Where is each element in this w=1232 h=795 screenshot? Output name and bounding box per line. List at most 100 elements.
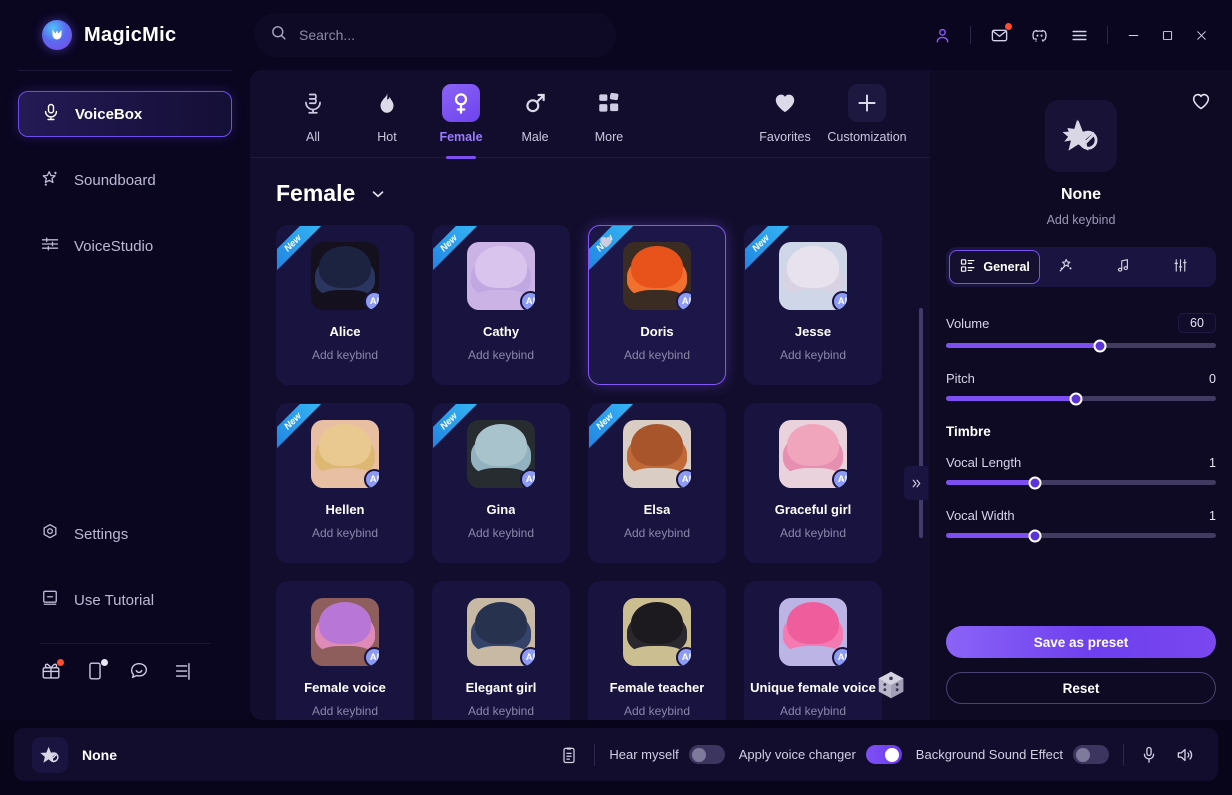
tab-equalizer[interactable] <box>1155 250 1213 284</box>
voice-card[interactable]: NewAIDorisAdd keybind <box>588 225 726 385</box>
voice-card[interactable]: New AI Jesse Add keybind <box>744 225 882 385</box>
tab-sounds[interactable] <box>1098 250 1156 284</box>
voice-card[interactable]: New AI Gina Add keybind <box>432 403 570 563</box>
network-icon[interactable] <box>172 660 194 682</box>
reset-button[interactable]: Reset <box>946 672 1216 704</box>
voice-keybind[interactable]: Add keybind <box>780 348 846 362</box>
tab-customization[interactable]: Customization <box>827 84 907 144</box>
hear-myself-toggle[interactable] <box>688 745 725 764</box>
voice-card[interactable]: AI Female voice Add keybind <box>276 581 414 720</box>
voice-keybind[interactable]: Add keybind <box>624 348 690 362</box>
account-icon[interactable] <box>927 20 957 50</box>
bottom-bar-inner: None Hear myself Apply voice changer Bac… <box>14 728 1218 781</box>
apply-voice-changer-label: Apply voice changer <box>738 747 856 762</box>
search-input[interactable] <box>299 27 600 43</box>
slider-track[interactable] <box>946 339 1216 352</box>
background-sound-effect-toggle[interactable] <box>1073 745 1109 764</box>
sidebar-item-voicebox[interactable]: VoiceBox <box>18 91 232 137</box>
voice-name: Alice <box>329 324 361 339</box>
favorite-heart-icon[interactable] <box>598 234 614 250</box>
sliders-icon <box>40 234 60 258</box>
slider-knob[interactable] <box>1028 476 1042 489</box>
slider-knob[interactable] <box>1028 529 1042 542</box>
slider-track[interactable] <box>946 392 1216 405</box>
voice-name: Gina <box>486 502 516 517</box>
voice-keybind[interactable]: Add keybind <box>780 526 846 540</box>
badge-dot <box>101 659 108 666</box>
tab-hot[interactable]: Hot <box>350 84 424 144</box>
voice-avatar: AI <box>467 420 535 488</box>
voice-keybind[interactable]: Add keybind <box>624 526 690 540</box>
voice-card[interactable]: AI Unique female voice Add keybind <box>744 581 882 720</box>
slider-track[interactable] <box>946 476 1216 489</box>
voice-keybind[interactable]: Add keybind <box>468 526 534 540</box>
favorite-toggle-icon[interactable] <box>1190 90 1212 112</box>
hamburger-menu-icon[interactable] <box>1064 20 1094 50</box>
bottom-bar-controls: Hear myself Apply voice changer Backgrou… <box>558 743 1196 766</box>
tab-favorites[interactable]: Favorites <box>748 84 822 144</box>
voice-card[interactable]: AI Graceful girl Add keybind <box>744 403 882 563</box>
scrollbar-thumb[interactable] <box>919 308 923 538</box>
apply-voice-changer-toggle[interactable] <box>865 745 902 764</box>
no-voice-star-icon <box>1045 100 1117 172</box>
chevron-down-icon[interactable] <box>369 185 387 203</box>
ai-badge: AI <box>364 647 379 666</box>
voice-card[interactable]: New AI Hellen Add keybind <box>276 403 414 563</box>
grid-general-icon <box>959 257 976 277</box>
slider-label: Vocal Length <box>946 455 1022 470</box>
search-bar[interactable] <box>254 13 616 57</box>
tab-general[interactable]: General <box>949 250 1041 284</box>
minimize-button[interactable] <box>1116 20 1150 50</box>
tab-more[interactable]: More <box>572 84 646 144</box>
sidebar-item-use-tutorial[interactable]: Use Tutorial <box>18 577 232 623</box>
voice-keybind[interactable]: Add keybind <box>468 704 534 718</box>
tab-female[interactable]: Female <box>424 84 498 144</box>
slider-knob[interactable] <box>1069 392 1083 405</box>
voice-keybind[interactable]: Add keybind <box>468 348 534 362</box>
random-voice-dice-icon[interactable] <box>874 668 908 702</box>
slider-knob[interactable] <box>1093 339 1107 352</box>
close-button[interactable] <box>1184 20 1218 50</box>
microphone-bottom-icon[interactable] <box>1138 744 1160 766</box>
clipboard-icon[interactable] <box>558 744 580 766</box>
voice-keybind[interactable]: Add keybind <box>312 704 378 718</box>
save-as-preset-button[interactable]: Save as preset <box>946 626 1216 658</box>
discord-icon[interactable] <box>1024 20 1054 50</box>
collapse-panel-button[interactable] <box>904 466 928 500</box>
sidebar-item-label: Settings <box>74 525 129 543</box>
tab-effects[interactable] <box>1040 250 1098 284</box>
category-tab-bar: All Hot Female Male More Favorites Custo… <box>250 70 930 158</box>
voice-name: Doris <box>640 324 674 339</box>
voice-card[interactable]: New AI Cathy Add keybind <box>432 225 570 385</box>
sidebar-item-settings[interactable]: Settings <box>18 511 232 557</box>
tab-male[interactable]: Male <box>498 84 572 144</box>
slider-track[interactable] <box>946 529 1216 542</box>
voice-keybind[interactable]: Add keybind <box>780 704 846 718</box>
voice-name: Cathy <box>482 324 520 339</box>
current-voice[interactable]: None <box>32 736 117 773</box>
sidebar-item-soundboard[interactable]: Soundboard <box>18 157 232 203</box>
voice-card[interactable]: AI Elegant girl Add keybind <box>432 581 570 720</box>
mail-icon[interactable] <box>984 20 1014 50</box>
voice-avatar: AI <box>311 598 379 666</box>
sidebar-item-voicestudio[interactable]: VoiceStudio <box>18 223 232 269</box>
slider-vocal-width: Vocal Width 1 <box>946 508 1216 542</box>
voice-keybind[interactable]: Add keybind <box>312 526 378 540</box>
gear-icon <box>40 522 60 546</box>
voice-keybind[interactable]: Add keybind <box>312 348 378 362</box>
chat-bubble-icon[interactable] <box>128 660 150 682</box>
speaker-icon[interactable] <box>1174 744 1196 766</box>
tab-all[interactable]: All <box>276 84 350 144</box>
mobile-device-icon[interactable] <box>84 659 108 682</box>
maximize-button[interactable] <box>1150 20 1184 50</box>
voice-card[interactable]: New AI Elsa Add keybind <box>588 403 726 563</box>
plus-icon <box>848 84 886 122</box>
gift-box-icon[interactable] <box>40 659 64 682</box>
voice-keybind[interactable]: Add keybind <box>624 704 690 718</box>
slider-value[interactable]: 60 <box>1178 313 1216 333</box>
brand: MagicMic <box>0 20 250 50</box>
voice-card[interactable]: AI Female teacher Add keybind <box>588 581 726 720</box>
title-bar-actions <box>922 0 1218 70</box>
selected-voice-keybind[interactable]: Add keybind <box>1047 213 1116 227</box>
voice-card[interactable]: New AI Alice Add keybind <box>276 225 414 385</box>
